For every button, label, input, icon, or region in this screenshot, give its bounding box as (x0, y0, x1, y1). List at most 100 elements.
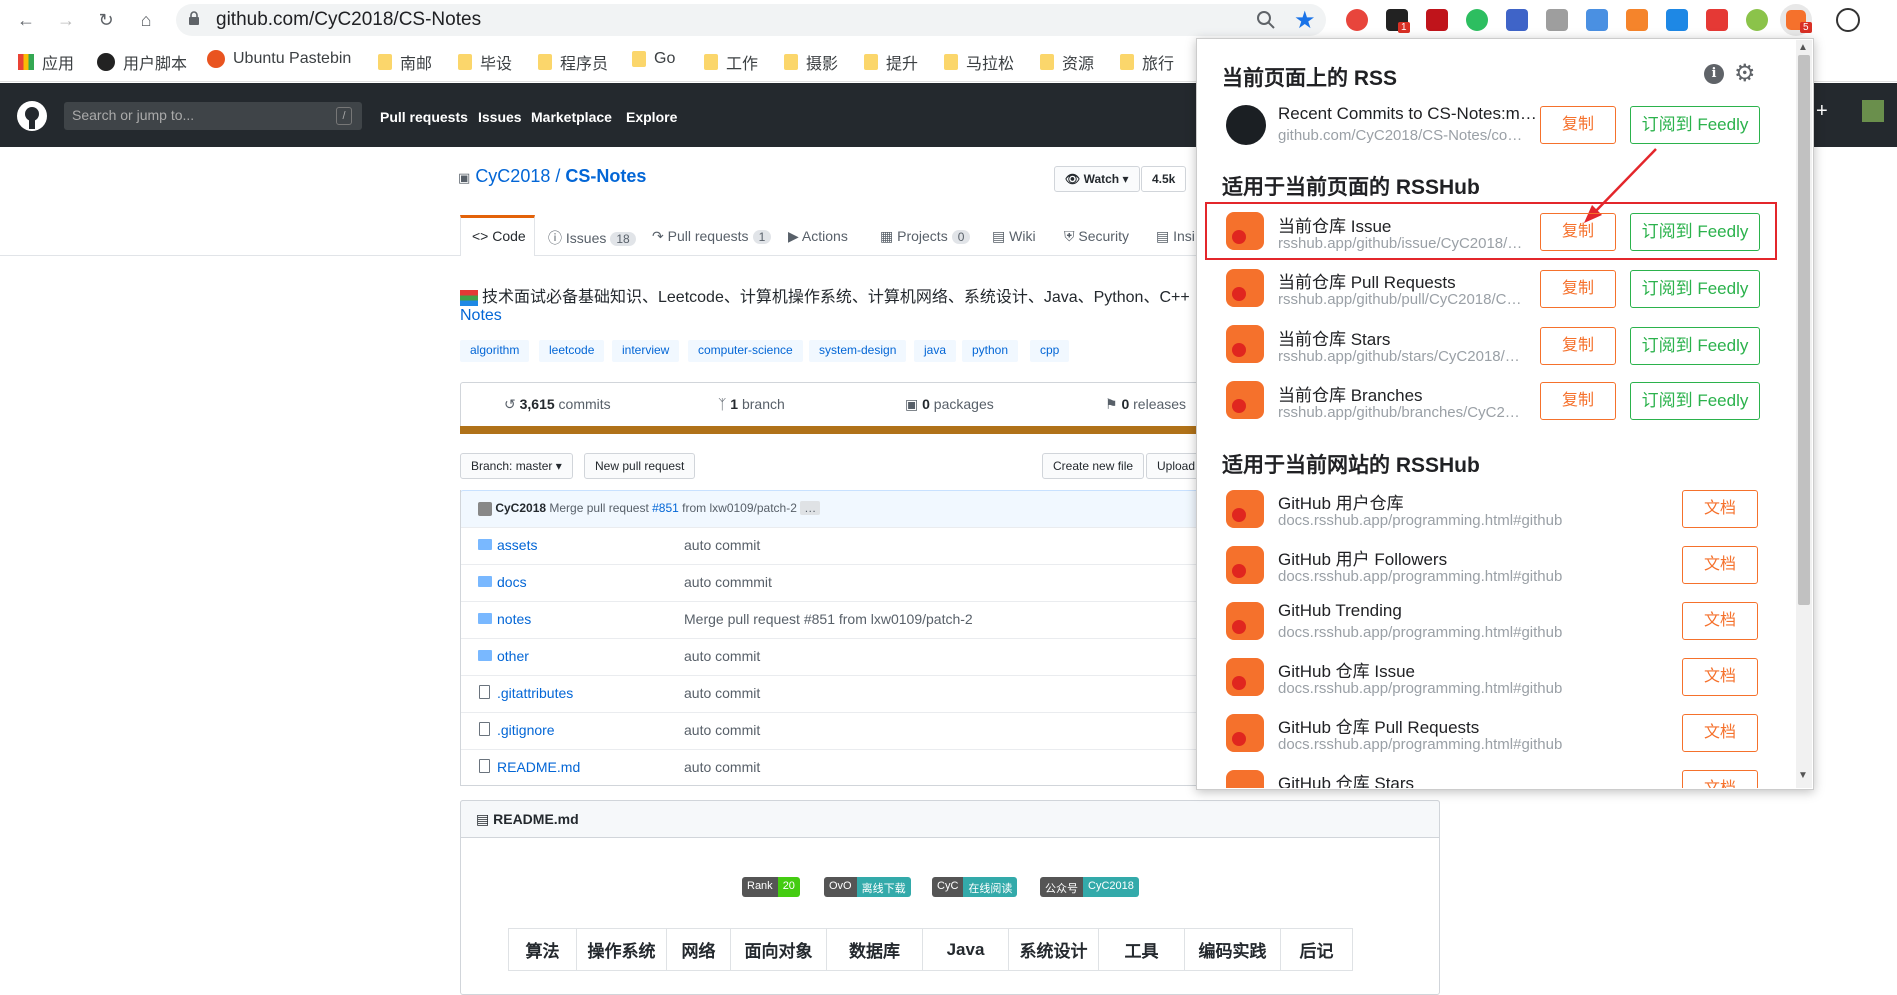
file-name[interactable]: README.md (497, 759, 580, 775)
home-icon[interactable]: ⌂ (134, 8, 158, 32)
info-icon[interactable]: i (1704, 64, 1724, 84)
extension-list-icon[interactable] (1706, 9, 1728, 31)
popup-scroll-thumb[interactable] (1798, 55, 1810, 605)
bookmark-folder[interactable]: 旅行 (1120, 50, 1174, 74)
releases-stat[interactable]: ⚑ 0 releases (1105, 396, 1186, 413)
bookmark-star-icon[interactable]: ★ (1294, 6, 1316, 35)
table-row[interactable]: assets auto commit (460, 527, 1220, 564)
bookmark-folder[interactable]: 摄影 (784, 50, 838, 74)
avatar[interactable] (478, 501, 492, 516)
toc-cell[interactable]: Java (922, 928, 1009, 971)
plus-icon[interactable]: + (1816, 100, 1828, 123)
tab-wiki[interactable]: ▤ Wiki (992, 228, 1036, 245)
zoom-icon[interactable] (1256, 10, 1276, 30)
topic-tag[interactable]: algorithm (460, 340, 530, 362)
docs-button[interactable]: 文档 (1682, 714, 1758, 752)
commit-pr-link[interactable]: #851 (652, 501, 679, 515)
description-link[interactable]: Notes (460, 307, 502, 325)
toc-cell[interactable]: 后记 (1280, 928, 1353, 971)
topic-tag[interactable]: interview (612, 340, 680, 362)
commit-expand-button[interactable]: … (800, 501, 821, 515)
create-new-file-button[interactable]: Create new file (1042, 453, 1145, 479)
bookmark-folder[interactable]: 马拉松 (944, 50, 1014, 74)
extension-save-icon[interactable] (1506, 9, 1528, 31)
nav-issues[interactable]: Issues (478, 109, 522, 125)
extension-y-icon[interactable] (1666, 9, 1688, 31)
extension-camera-icon[interactable] (1546, 9, 1568, 31)
badge-download[interactable]: OvO 离线下载 (824, 877, 911, 897)
toc-cell[interactable]: 编码实践 (1184, 928, 1281, 971)
new-pull-request-button[interactable]: New pull request (584, 453, 696, 479)
scroll-up-icon[interactable]: ▲ (1798, 42, 1808, 53)
table-row[interactable]: .gitignore auto commit (460, 712, 1220, 749)
file-commit-msg[interactable]: Merge pull request #851 from lxw0109/pat… (684, 611, 973, 627)
branch-stat[interactable]: ᛉ 1 branch (718, 396, 785, 412)
toc-cell[interactable]: 操作系统 (576, 928, 667, 971)
tab-projects[interactable]: ▦ Projects 0 (880, 228, 971, 245)
copy-button[interactable]: 复制 (1540, 106, 1616, 144)
bookmark-folder[interactable]: 工作 (704, 50, 758, 74)
file-name[interactable]: notes (497, 611, 531, 627)
bookmark-apps[interactable]: 应用 (18, 50, 74, 74)
file-name[interactable]: other (497, 648, 529, 664)
tab-code[interactable]: <> Code (472, 228, 526, 244)
bookmark-folder[interactable]: 程序员 (538, 50, 608, 74)
extension-code-icon[interactable] (1586, 9, 1608, 31)
packages-stat[interactable]: ▣ 0 packages (905, 396, 994, 413)
watch-button[interactable]: 👁 Watch ▾ (1054, 166, 1140, 192)
file-name[interactable]: .gitignore (497, 722, 555, 738)
scroll-down-icon[interactable]: ▼ (1798, 770, 1808, 781)
github-search-input[interactable]: Search or jump to... (64, 102, 362, 130)
copy-button[interactable]: 复制 (1540, 213, 1616, 251)
watch-count[interactable]: 4.5k (1141, 166, 1187, 192)
extension-evernote-icon[interactable] (1466, 9, 1488, 31)
language-bar[interactable] (460, 426, 1220, 434)
subscribe-feedly-button[interactable]: 订阅到 Feedly (1630, 106, 1760, 144)
docs-button[interactable]: 文档 (1682, 602, 1758, 640)
topic-tag[interactable]: system-design (809, 340, 907, 362)
user-avatar[interactable] (1862, 100, 1884, 122)
repo-name-link[interactable]: CS-Notes (565, 166, 646, 186)
extension-globe-icon[interactable] (1746, 9, 1768, 31)
gear-icon[interactable]: ⚙ (1734, 59, 1756, 88)
nav-marketplace[interactable]: Marketplace (531, 109, 612, 125)
badge-rank[interactable]: Rank 20 (742, 877, 800, 897)
subscribe-feedly-button[interactable]: 订阅到 Feedly (1630, 327, 1760, 365)
toc-cell[interactable]: 网络 (666, 928, 731, 971)
copy-button[interactable]: 复制 (1540, 382, 1616, 420)
github-logo-icon[interactable] (16, 100, 48, 132)
table-row[interactable]: docs auto commmit (460, 564, 1220, 601)
toc-cell[interactable]: 工具 (1098, 928, 1185, 971)
tab-insights[interactable]: ▤ Insi (1156, 228, 1195, 245)
copy-button[interactable]: 复制 (1540, 270, 1616, 308)
table-row[interactable]: other auto commit (460, 638, 1220, 675)
file-commit-msg[interactable]: auto commit (684, 648, 760, 664)
topic-tag[interactable]: python (962, 340, 1019, 362)
toc-cell[interactable]: 算法 (508, 928, 577, 971)
copy-button[interactable]: 复制 (1540, 327, 1616, 365)
docs-button[interactable]: 文档 (1682, 770, 1758, 788)
commit-author[interactable]: CyC2018 (495, 501, 546, 515)
bookmark-folder[interactable]: 毕设 (458, 50, 512, 74)
file-commit-msg[interactable]: auto commit (684, 722, 760, 738)
badge-wechat[interactable]: 公众号 CyC2018 (1040, 877, 1139, 897)
table-row[interactable]: notes Merge pull request #851 from lxw01… (460, 601, 1220, 638)
repo-owner-link[interactable]: CyC2018 (475, 166, 550, 186)
extension-pdf-icon[interactable] (1426, 9, 1448, 31)
nav-explore[interactable]: Explore (626, 109, 677, 125)
file-commit-msg[interactable]: auto commit (684, 759, 760, 775)
forward-arrow-icon[interactable]: → (54, 8, 78, 32)
bookmark-folder[interactable]: Go (632, 50, 675, 68)
extension-rss-icon[interactable] (1626, 9, 1648, 31)
docs-button[interactable]: 文档 (1682, 490, 1758, 528)
file-commit-msg[interactable]: auto commmit (684, 574, 772, 590)
commits-stat[interactable]: ↺ 3,615 commits (504, 396, 611, 413)
file-name[interactable]: .gitattributes (497, 685, 573, 701)
profile-icon[interactable] (1836, 8, 1860, 32)
toc-cell[interactable]: 面向对象 (730, 928, 827, 971)
tab-actions[interactable]: ▶ Actions (788, 228, 848, 245)
bookmark-userscript[interactable]: 用户脚本 (97, 50, 187, 74)
bookmark-folder[interactable]: 资源 (1040, 50, 1094, 74)
topic-tag[interactable]: cpp (1030, 340, 1070, 362)
tab-security[interactable]: ⛨ Security (1064, 228, 1129, 245)
